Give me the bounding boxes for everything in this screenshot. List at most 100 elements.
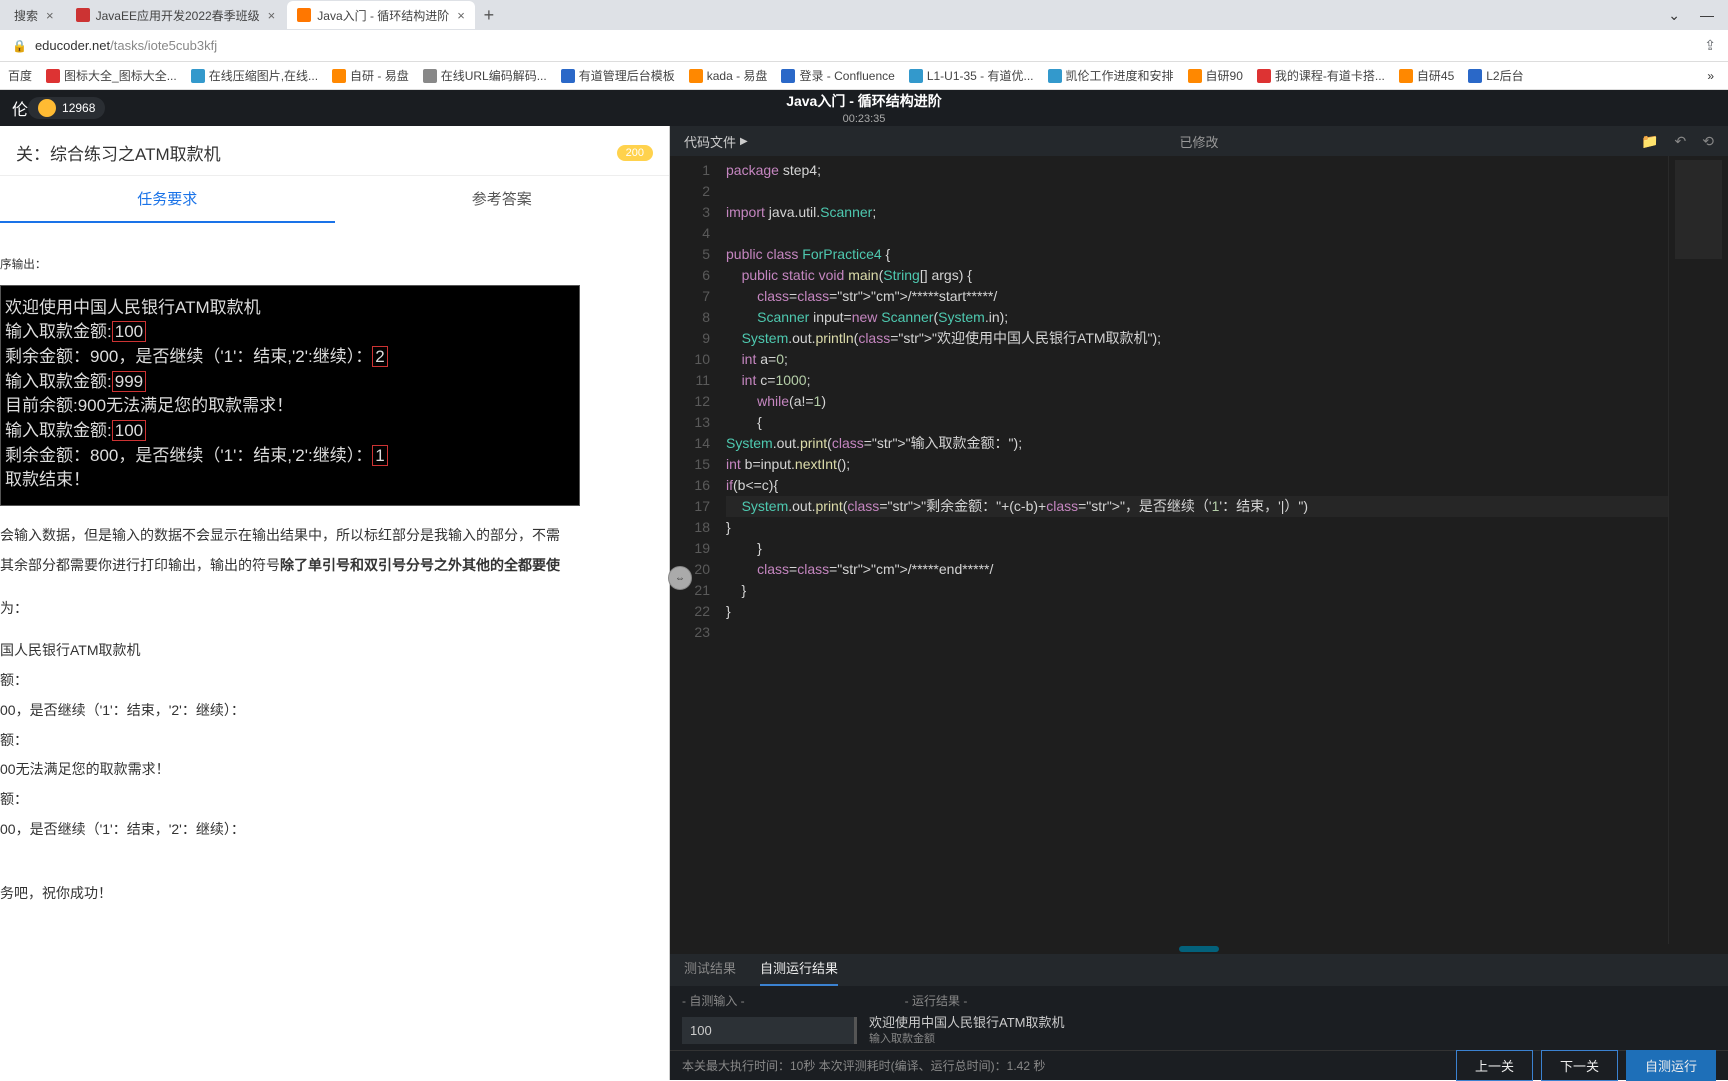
- bookmark-item[interactable]: 图标大全_图标大全...: [46, 67, 177, 84]
- tab-label: 搜索: [14, 7, 38, 24]
- bookmark-item[interactable]: 自研90: [1188, 67, 1243, 84]
- new-tab-button[interactable]: +: [477, 5, 501, 26]
- test-input-value: 100: [682, 1017, 857, 1044]
- bookmark-item[interactable]: 在线压缩图片,在线...: [191, 67, 318, 84]
- bookmark-item[interactable]: 登录 - Confluence: [781, 67, 894, 84]
- favicon-icon: [76, 8, 90, 22]
- score-badge: 200: [617, 145, 653, 161]
- result-body: - 自测输入 - - 运行结果 - 100 欢迎使用中国人民银行ATM取款机 输…: [670, 986, 1728, 1050]
- coin-icon: [38, 99, 56, 117]
- panel-resize-handle[interactable]: ⇔: [668, 566, 692, 590]
- coins-value: 12968: [62, 101, 95, 115]
- task-panel: 关：综合练习之ATM取款机 200 任务要求 参考答案 序输出： 欢迎使用中国人…: [0, 126, 670, 1080]
- run-button[interactable]: 自测运行: [1626, 1050, 1716, 1081]
- browser-tab[interactable]: 搜索 ×: [4, 1, 64, 29]
- bookmark-item[interactable]: kada - 易盘: [689, 67, 768, 84]
- user-label[interactable]: 伦: [12, 96, 28, 120]
- bookmark-icon: [1399, 69, 1413, 83]
- minimize-icon[interactable]: —: [1700, 7, 1714, 24]
- tab-label: Java入门 - 循环结构进阶: [317, 7, 449, 24]
- bookmark-icon: [191, 69, 205, 83]
- task-text: 其余部分都需要你进行打印输出，输出的符号除了单引号和双引号分号之外其他的全都要使: [0, 554, 653, 578]
- bookmark-item[interactable]: 自研 - 易盘: [332, 67, 409, 84]
- browser-tab-strip: 搜索 × JavaEE应用开发2022春季班级 × Java入门 - 循环结构进…: [0, 0, 1728, 30]
- bookmark-icon: [46, 69, 60, 83]
- terminal-sample: 欢迎使用中国人民银行ATM取款机输入取款金额:100剩余金额：900，是否继续（…: [0, 285, 580, 506]
- task-content[interactable]: 序输出： 欢迎使用中国人民银行ATM取款机输入取款金额:100剩余金额：900，…: [0, 223, 669, 1080]
- folder-icon[interactable]: 📁: [1641, 133, 1658, 150]
- app-title: Java入门 - 循环结构进阶 00:23:35: [786, 91, 942, 125]
- code-editor[interactable]: 1234567891011121314151617181920212223 pa…: [670, 156, 1728, 944]
- close-icon[interactable]: ×: [46, 8, 54, 23]
- bookmarks-overflow-icon[interactable]: »: [1707, 69, 1720, 83]
- tab-requirements[interactable]: 任务要求: [0, 176, 335, 223]
- bookmark-item[interactable]: 有道管理后台模板: [561, 67, 675, 84]
- task-text: 00，是否继续（'1'：结束，'2'：继续）：: [0, 699, 653, 723]
- next-button[interactable]: 下一关: [1541, 1050, 1618, 1081]
- refresh-icon[interactable]: ⟲: [1702, 133, 1714, 150]
- bookmark-icon: [1257, 69, 1271, 83]
- bookmark-icon: [561, 69, 575, 83]
- browser-tab[interactable]: JavaEE应用开发2022春季班级 ×: [66, 1, 286, 29]
- tab-test-result[interactable]: 测试结果: [684, 958, 736, 986]
- panel-drag-handle[interactable]: [670, 944, 1728, 954]
- undo-icon[interactable]: ↶: [1675, 133, 1687, 150]
- bookmark-item[interactable]: L1-U1-35 - 有道优...: [909, 67, 1034, 84]
- task-text: 务吧，祝你成功！: [0, 882, 653, 906]
- url-text[interactable]: educoder.net/tasks/iote5cub3kfj: [35, 38, 217, 53]
- window-controls: ⌄ —: [1668, 7, 1724, 24]
- bookmark-icon: [423, 69, 437, 83]
- bookmark-icon: [1048, 69, 1062, 83]
- bookmark-icon: [332, 69, 346, 83]
- task-text: 会输入数据，但是输入的数据不会显示在输出结果中，所以标红部分是我输入的部分，不需: [0, 524, 653, 548]
- coins-badge[interactable]: 12968: [28, 97, 105, 119]
- minimap[interactable]: [1668, 156, 1728, 944]
- task-text: 额：: [0, 788, 653, 812]
- bookmark-item[interactable]: 自研45: [1399, 67, 1454, 84]
- task-text: 额：: [0, 729, 653, 753]
- lock-icon[interactable]: 🔒: [12, 39, 27, 53]
- editor-footer: 本关最大执行时间：10秒 本次评测耗时(编译、运行总时间)：1.42 秒 上一关…: [670, 1050, 1728, 1080]
- close-icon[interactable]: ×: [457, 8, 465, 23]
- task-title: 关：综合练习之ATM取款机: [16, 140, 221, 165]
- bookmark-item[interactable]: 凯伦工作进度和安排: [1048, 67, 1174, 84]
- address-bar: 🔒 educoder.net/tasks/iote5cub3kfj ⇪: [0, 30, 1728, 62]
- modified-label: 已修改: [1179, 132, 1218, 151]
- favicon-icon: [297, 8, 311, 22]
- label-input: - 自测输入 -: [682, 992, 745, 1009]
- course-title: Java入门 - 循环结构进阶: [786, 91, 942, 111]
- footer-info: 本关最大执行时间：10秒 本次评测耗时(编译、运行总时间)：1.42 秒: [682, 1057, 1045, 1074]
- task-text: 额：: [0, 669, 653, 693]
- test-output: 欢迎使用中国人民银行ATM取款机 输入取款金额: [857, 1015, 1076, 1046]
- play-icon[interactable]: ▶: [740, 136, 748, 147]
- code-area[interactable]: package step4; import java.util.Scanner;…: [720, 156, 1668, 944]
- close-icon[interactable]: ×: [268, 8, 276, 23]
- bookmarks-bar: 百度 图标大全_图标大全... 在线压缩图片,在线... 自研 - 易盘 在线U…: [0, 62, 1728, 90]
- task-text: 国人民银行ATM取款机: [0, 639, 653, 663]
- result-tabs: 测试结果 自测运行结果: [670, 954, 1728, 986]
- browser-tab-active[interactable]: Java入门 - 循环结构进阶 ×: [287, 1, 475, 29]
- bookmark-icon: [1188, 69, 1202, 83]
- app-header: 伦 12968 Java入门 - 循环结构进阶 00:23:35: [0, 90, 1728, 126]
- tab-answer[interactable]: 参考答案: [335, 176, 670, 223]
- task-tabs: 任务要求 参考答案: [0, 176, 669, 223]
- editor-panel: 代码文件 ▶ 已修改 📁 ↶ ⟲ 12345678910111213141516…: [670, 126, 1728, 1080]
- main-layout: 关：综合练习之ATM取款机 200 任务要求 参考答案 序输出： 欢迎使用中国人…: [0, 126, 1728, 1080]
- tab-selftest-result[interactable]: 自测运行结果: [760, 958, 838, 986]
- share-icon[interactable]: ⇪: [1704, 37, 1716, 54]
- bookmark-item[interactable]: 在线URL编码解码...: [423, 67, 547, 84]
- dropdown-icon[interactable]: ⌄: [1668, 7, 1680, 24]
- bookmark-item[interactable]: 百度: [8, 67, 32, 84]
- line-gutter: 1234567891011121314151617181920212223: [670, 156, 720, 944]
- task-header: 关：综合练习之ATM取款机 200: [0, 126, 669, 176]
- prev-button[interactable]: 上一关: [1456, 1050, 1533, 1081]
- bookmark-item[interactable]: 我的课程-有道卡搭...: [1257, 67, 1385, 84]
- bookmark-icon: [689, 69, 703, 83]
- task-text: 为：: [0, 597, 653, 621]
- bookmark-icon: [781, 69, 795, 83]
- bookmark-icon: [1468, 69, 1482, 83]
- tab-label: JavaEE应用开发2022春季班级: [96, 7, 260, 24]
- bookmark-item[interactable]: L2后台: [1468, 67, 1523, 84]
- editor-tab-label[interactable]: 代码文件: [684, 132, 736, 151]
- timer: 00:23:35: [786, 113, 942, 125]
